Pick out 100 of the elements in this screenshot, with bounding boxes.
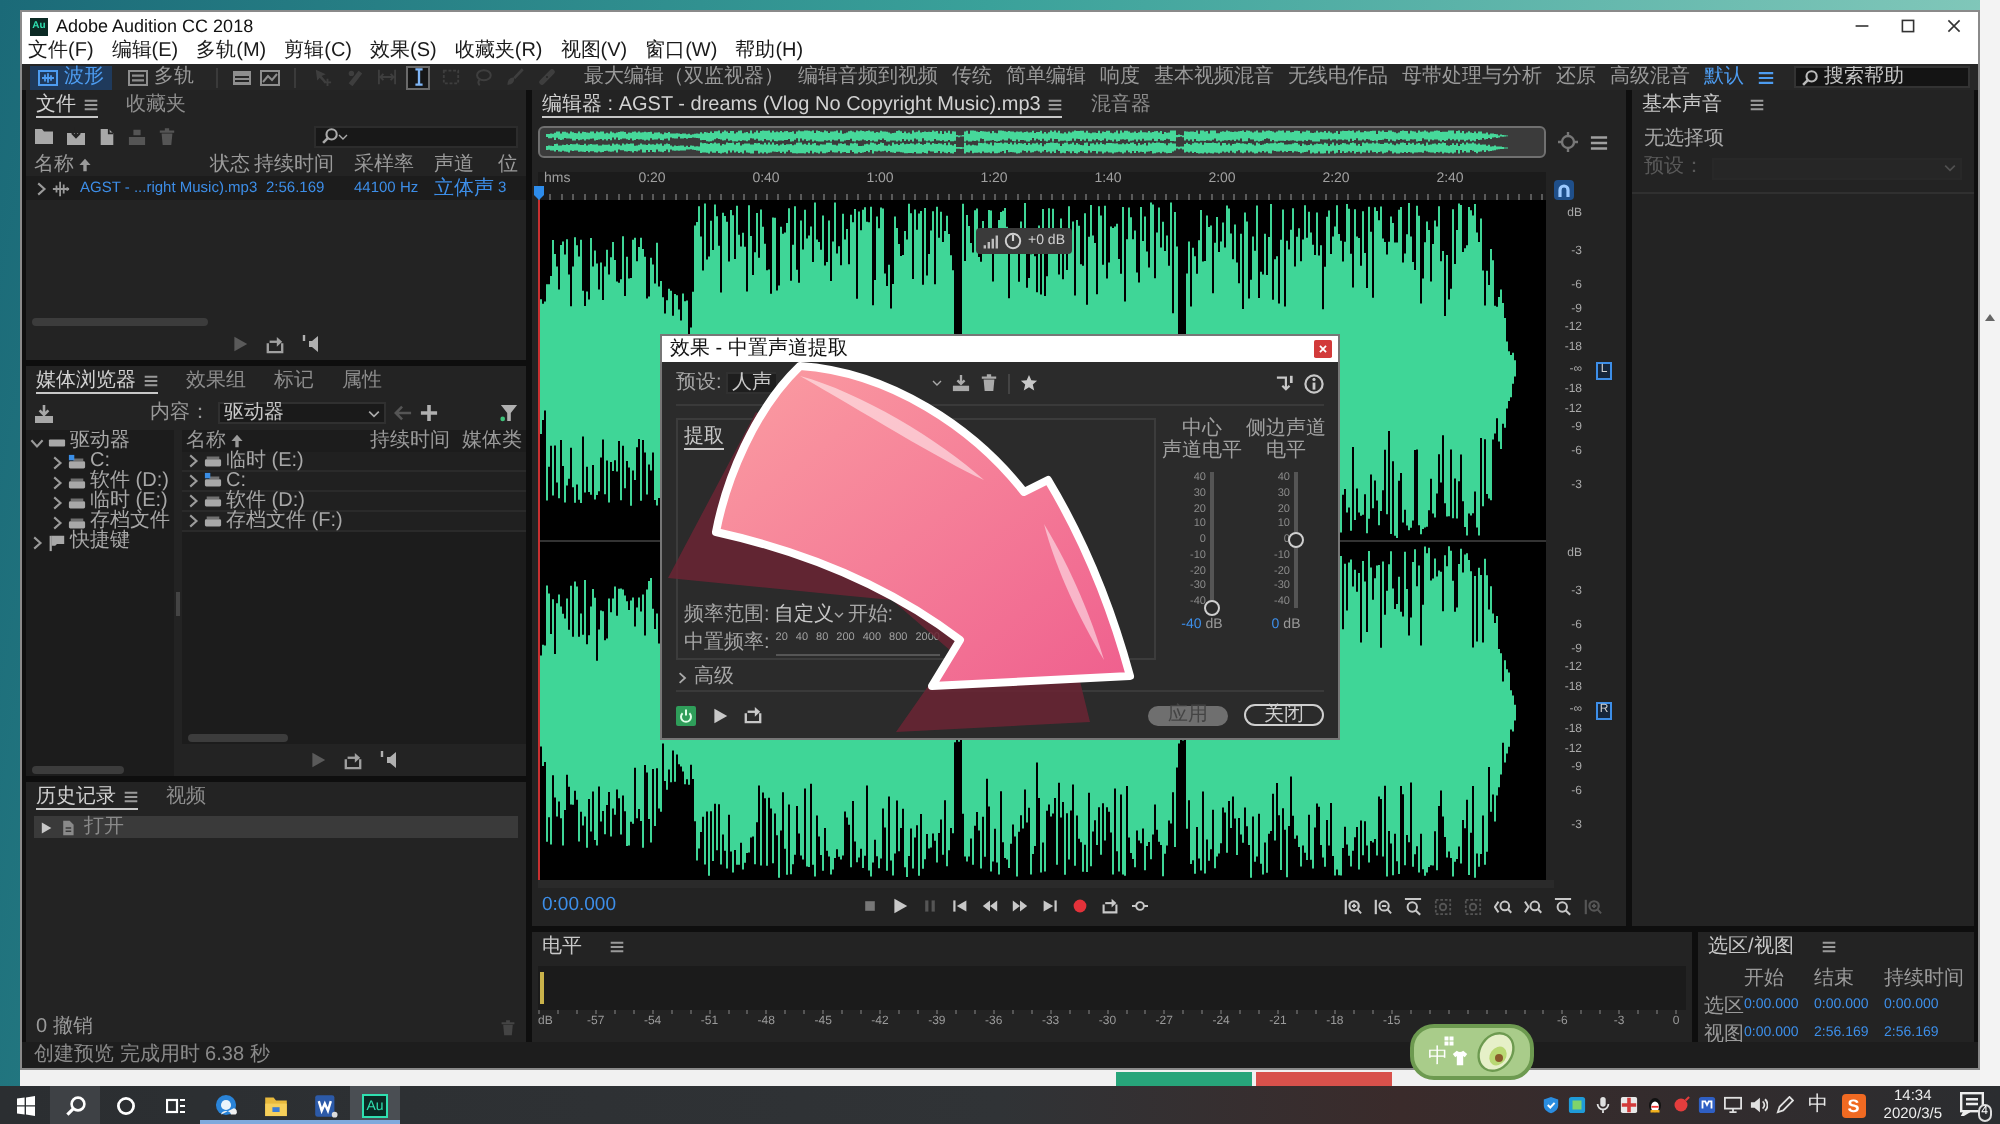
circle-icon[interactable]	[115, 1095, 135, 1115]
crosshair-icon[interactable]	[1558, 132, 1578, 152]
preset-dropdown[interactable]: 人声	[725, 372, 776, 394]
search-field[interactable]	[314, 125, 518, 147]
column-header[interactable]: 持续时间	[254, 153, 334, 175]
loop-icon[interactable]	[343, 751, 361, 769]
trash-icon[interactable]	[979, 374, 998, 392]
play-icon[interactable]	[892, 898, 908, 914]
expand-icon[interactable]	[186, 494, 200, 508]
panel-tab[interactable]: 属性	[342, 369, 382, 393]
microphone-icon[interactable]	[1593, 1096, 1612, 1114]
workspace-tab[interactable]: 母带处理与分析	[1402, 65, 1542, 89]
column-header[interactable]: 持续时间	[370, 430, 450, 452]
list-item[interactable]: C:	[226, 471, 246, 491]
menu-item[interactable]: 效果(S)	[370, 40, 437, 64]
zoom-full-icon[interactable]	[1404, 897, 1422, 915]
menu-item[interactable]: 收藏夹(R)	[454, 40, 543, 64]
menu-item[interactable]: 剪辑(C)	[284, 40, 353, 64]
expand-icon[interactable]	[50, 455, 64, 469]
expand-icon[interactable]	[186, 454, 200, 468]
workspace-tab[interactable]: 传统	[952, 65, 992, 89]
panel-tab[interactable]: 视频	[166, 785, 206, 809]
panel-tab[interactable]: 标记	[274, 369, 314, 393]
expand-icon[interactable]	[50, 475, 64, 489]
panel-tab[interactable]: 效果组	[186, 369, 246, 393]
workspace-menu-icon[interactable]	[1758, 69, 1774, 85]
history-item[interactable]: 打开	[34, 816, 518, 838]
import-icon[interactable]	[34, 403, 54, 423]
panel-menu-icon[interactable]	[1821, 940, 1836, 954]
loop-icon[interactable]	[744, 706, 762, 724]
panel-tab[interactable]: 收藏夹	[126, 93, 186, 117]
menu-item[interactable]: 编辑(E)	[111, 40, 179, 64]
column-header[interactable]: 采样率	[354, 153, 414, 175]
pen-icon[interactable]	[1775, 1096, 1794, 1114]
panel-menu-icon[interactable]	[1750, 98, 1764, 112]
volume-icon[interactable]	[1749, 1096, 1768, 1114]
stop-icon[interactable]	[862, 898, 878, 914]
panel-menu-icon[interactable]	[1590, 133, 1608, 151]
zoom-full-icon[interactable]	[1554, 897, 1572, 915]
playhead-marker[interactable]	[534, 186, 544, 200]
scrollbar[interactable]	[32, 766, 124, 774]
panel-tab[interactable]: 文件	[36, 93, 98, 117]
expand-icon[interactable]	[676, 671, 688, 683]
panel-tab[interactable]: 提取	[684, 426, 724, 450]
knob-icon[interactable]	[1004, 232, 1022, 250]
task-view-icon[interactable]	[165, 1095, 185, 1115]
skip-selection-icon[interactable]	[1132, 898, 1148, 914]
section-toggle[interactable]: 高级	[694, 665, 734, 689]
network-icon[interactable]	[1723, 1096, 1742, 1114]
expand-icon[interactable]	[30, 435, 44, 449]
panel-tab[interactable]: 编辑器 : AGST - dreams (Vlog No Copyright Music).mp3	[542, 93, 1063, 117]
power-icon[interactable]	[676, 705, 696, 725]
play-icon[interactable]	[712, 707, 728, 723]
tree-item[interactable]: C:	[90, 452, 110, 472]
spectral-display-icon[interactable]	[232, 67, 252, 87]
loop-icon[interactable]	[265, 335, 283, 353]
penguin-icon[interactable]	[1645, 1096, 1664, 1114]
menu-item[interactable]: 视图(V)	[560, 40, 628, 64]
view-button[interactable]: 波形	[30, 65, 112, 89]
download-icon[interactable]	[951, 374, 970, 392]
splitter-handle[interactable]	[176, 591, 180, 615]
filter-icon[interactable]	[500, 404, 518, 422]
workspace-tab[interactable]: 基本视频混音	[1154, 65, 1274, 89]
zoom-left-icon[interactable]	[1494, 897, 1512, 915]
overview-bar[interactable]	[538, 126, 1546, 158]
tree-item[interactable]: 快捷键	[70, 532, 130, 552]
panel-tab[interactable]: 历史记录	[36, 785, 138, 809]
dropdown[interactable]: 驱动器	[218, 402, 386, 424]
column-header[interactable]: 状态	[210, 153, 250, 175]
workspace-tab[interactable]: 默认	[1704, 65, 1744, 89]
panel-tab[interactable]: 混音器	[1090, 93, 1151, 117]
tree-item[interactable]: 驱动器	[70, 432, 130, 452]
menu-item[interactable]: 文件(F)	[28, 40, 94, 64]
view-button[interactable]: 多轨	[120, 65, 202, 89]
tree-item[interactable]: 存档文件	[90, 512, 170, 532]
record-icon[interactable]	[1072, 898, 1088, 914]
maximize-icon[interactable]	[1900, 18, 1916, 34]
slider-thumb[interactable]	[1287, 532, 1304, 548]
notification-icon[interactable]	[1960, 1092, 1984, 1116]
menu-item[interactable]: 多轨(M)	[196, 40, 267, 64]
zoom-in-icon[interactable]	[1344, 897, 1362, 915]
zoom-out-icon[interactable]	[1374, 897, 1392, 915]
tree-item[interactable]: 临时 (E:)	[90, 492, 168, 512]
scrollbar[interactable]	[538, 880, 1554, 888]
star-icon[interactable]	[1019, 374, 1038, 392]
fast-forward-icon[interactable]	[1012, 898, 1028, 914]
panel-tab[interactable]: 媒体浏览器	[36, 369, 158, 393]
column-header[interactable]: 声道	[434, 153, 474, 175]
expand-icon[interactable]	[186, 514, 200, 528]
speaker-icon[interactable]	[379, 750, 399, 770]
slider-thumb[interactable]	[1203, 600, 1220, 616]
skip-to-end-icon[interactable]	[1042, 898, 1058, 914]
expand-icon[interactable]	[50, 495, 64, 509]
plus-icon[interactable]	[420, 404, 438, 422]
skip-to-start-icon[interactable]	[952, 898, 968, 914]
menu-item[interactable]: 窗口(W)	[645, 40, 718, 64]
zoom-right-icon[interactable]	[1524, 897, 1542, 915]
loop-icon[interactable]	[1102, 898, 1118, 914]
caret-icon[interactable]	[931, 378, 942, 388]
app-icon[interactable]	[1697, 1096, 1716, 1114]
